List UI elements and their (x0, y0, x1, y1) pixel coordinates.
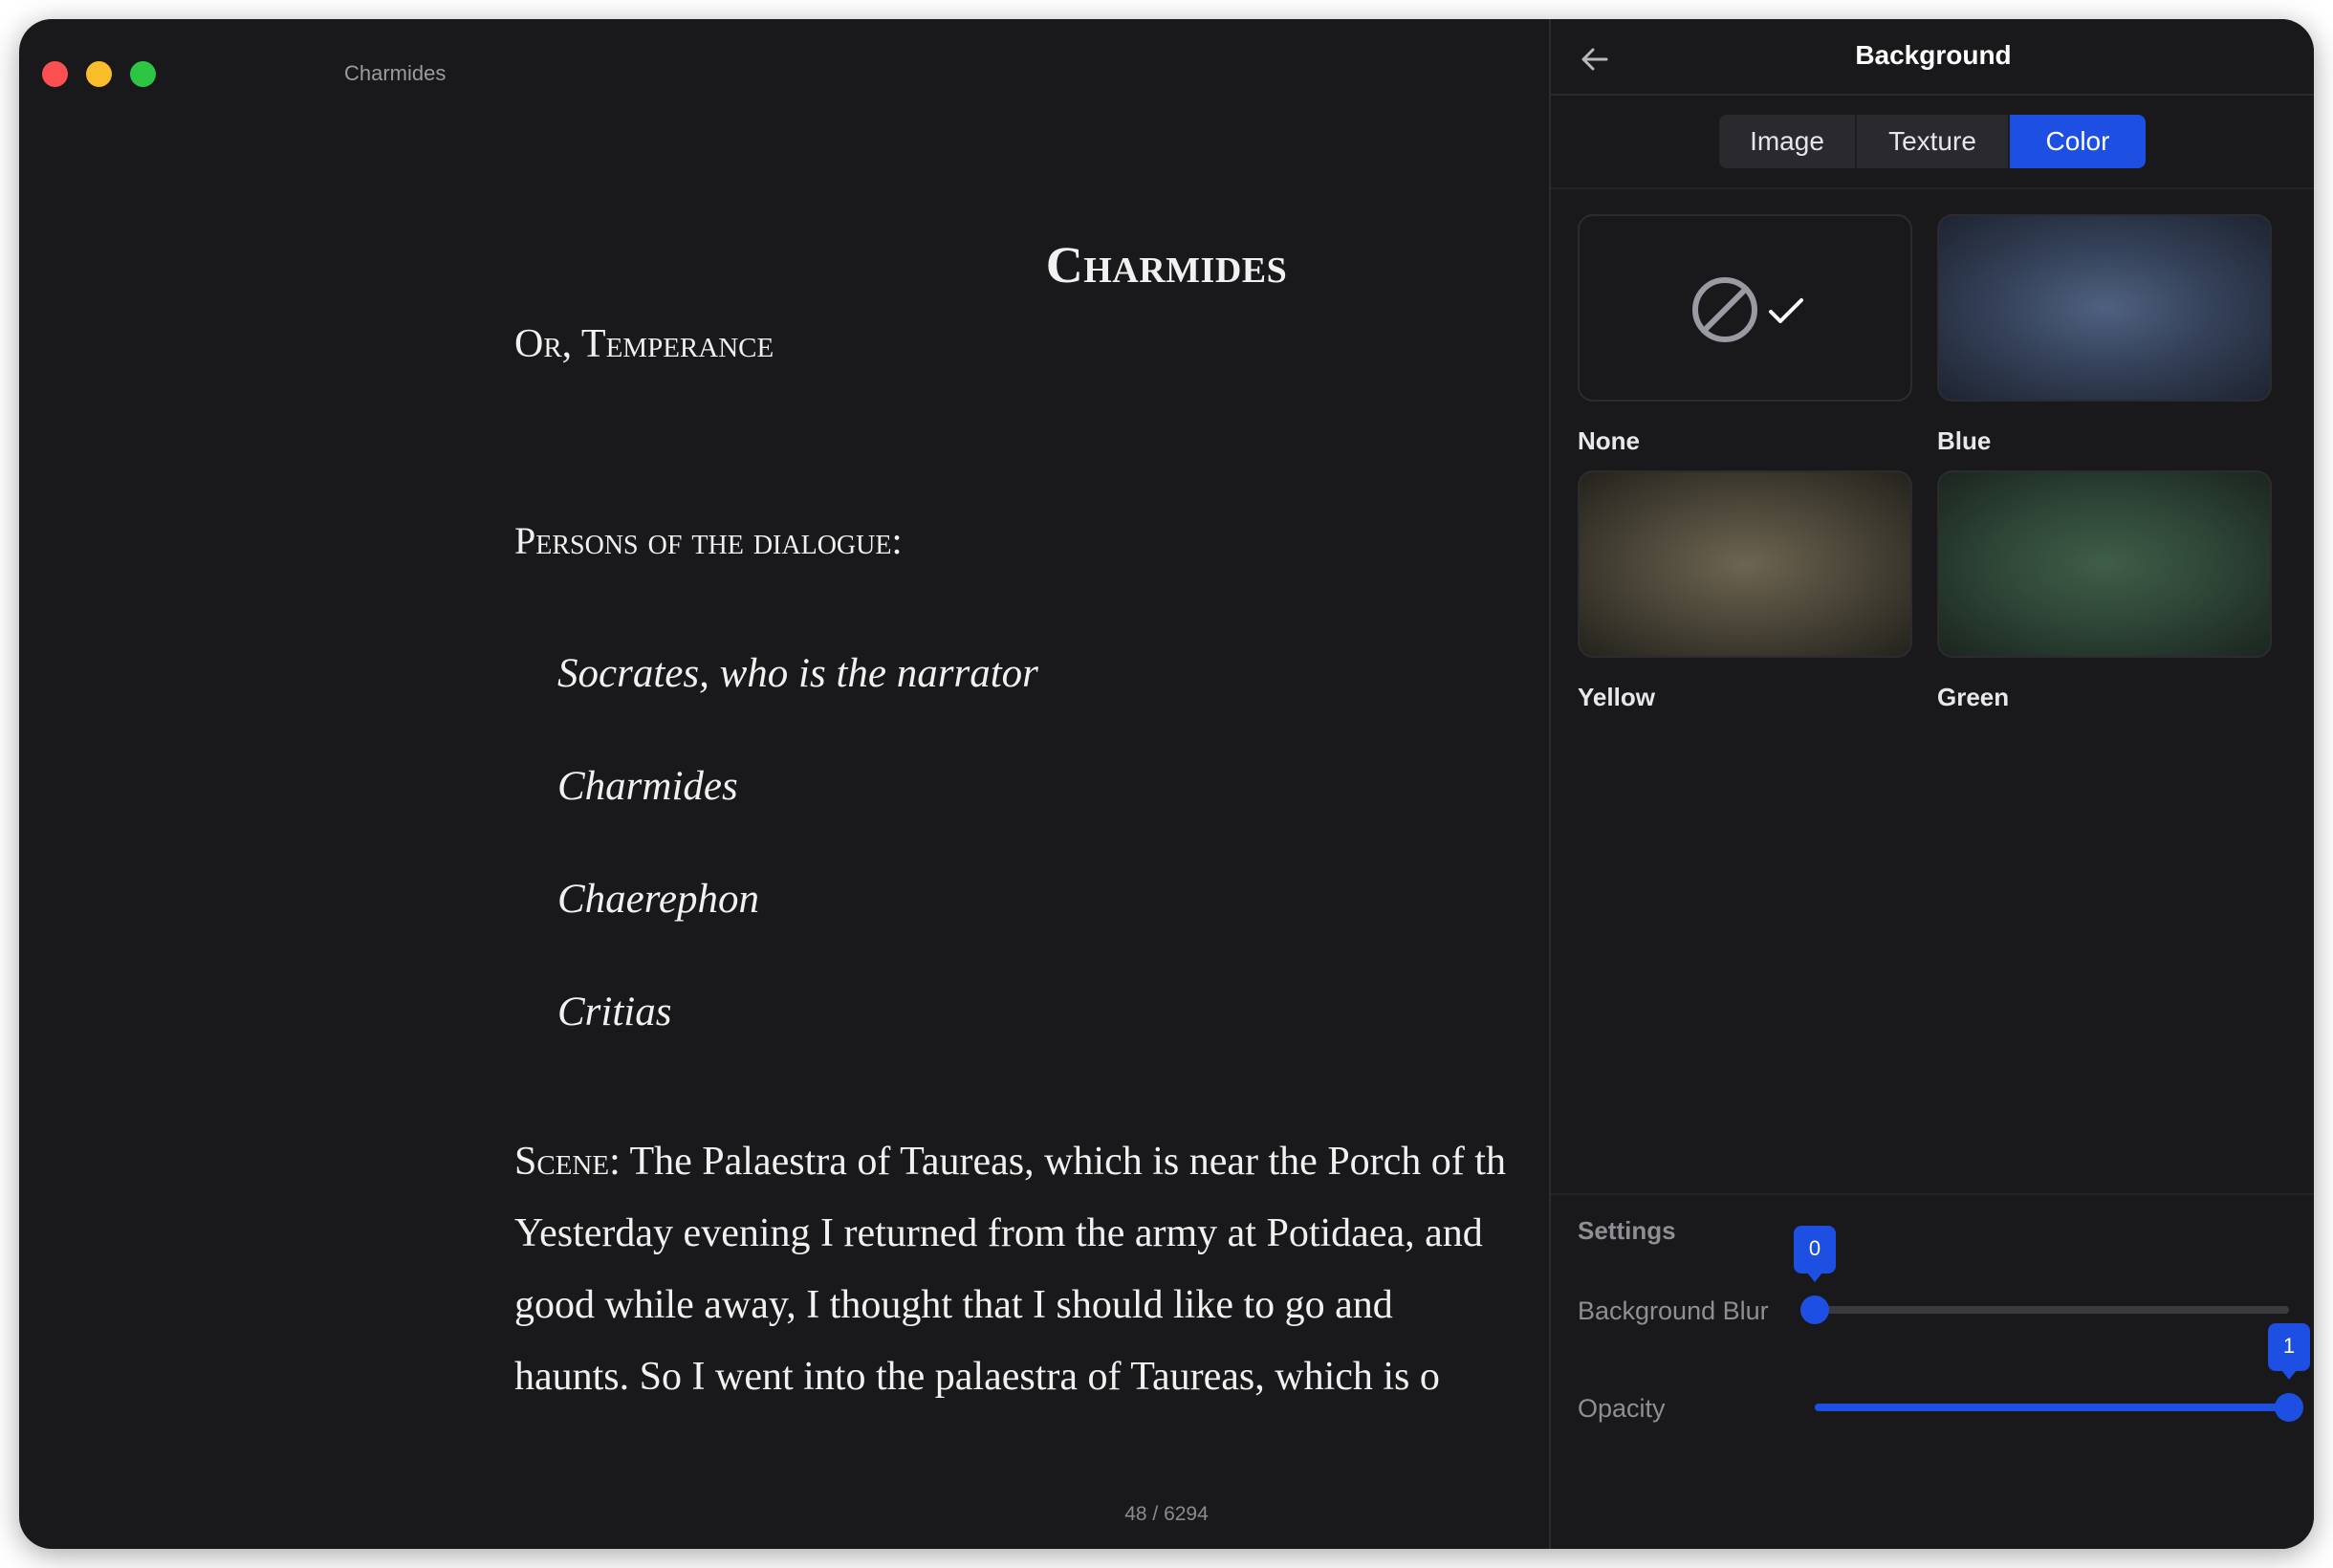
background-type-tabs: Image Texture Color (1719, 115, 2146, 168)
scene-line: haunts. So I went into the palaestra of … (514, 1355, 1440, 1399)
blur-value-bubble: 0 (1794, 1226, 1836, 1282)
panel-title: Background (1855, 40, 2012, 70)
divider (1551, 1193, 2314, 1195)
background-panel: Background Image Texture Color None Blue… (1549, 19, 2314, 1549)
swatch-yellow[interactable] (1578, 470, 1912, 658)
scene-line: Scene: The Palaestra of Taureas, which i… (514, 1126, 1549, 1198)
reading-area[interactable]: Charmides Or, Temperance Persons of the … (19, 19, 1549, 1549)
persons-heading: Persons of the dialogue: (514, 519, 903, 562)
scene-line: good while away, I thought that I should… (514, 1283, 1393, 1327)
opacity-value-bubble: 1 (2268, 1323, 2310, 1380)
swatch-green[interactable] (1937, 470, 2272, 658)
tab-color[interactable]: Color (2010, 115, 2146, 168)
swatch-blue[interactable] (1937, 214, 2272, 402)
person-item: Critias (557, 990, 672, 1034)
tab-image[interactable]: Image (1719, 115, 1857, 168)
person-item: Socrates, who is the narrator (557, 651, 1038, 696)
opacity-slider-fill (1815, 1404, 2289, 1411)
tab-texture[interactable]: Texture (1857, 115, 2010, 168)
scene-line: Yesterday evening I returned from the ar… (514, 1211, 1483, 1255)
person-item: Charmides (557, 764, 738, 809)
swatch-label-green: Green (1937, 683, 2010, 711)
swatch-label-blue: Blue (1937, 426, 1992, 455)
settings-heading: Settings (1578, 1216, 1676, 1245)
prohibited-icon (1692, 277, 1757, 342)
book-title: Charmides (1045, 236, 1288, 294)
book-subtitle: Or, Temperance (514, 322, 774, 366)
swatch-label-none: None (1578, 426, 1640, 455)
divider (1551, 187, 2314, 189)
swatch-none[interactable] (1578, 214, 1912, 402)
blur-label: Background Blur (1578, 1296, 1769, 1325)
scene-label: Scene: (514, 1140, 621, 1184)
opacity-slider[interactable]: 1 (1815, 1323, 2310, 1422)
checkmark-icon (1769, 298, 1803, 323)
panel-header: Background (1551, 19, 2314, 96)
swatch-label-yellow: Yellow (1578, 683, 1655, 711)
person-item: Chaerephon (557, 877, 759, 922)
opacity-label: Opacity (1578, 1394, 1666, 1423)
scene-paragraph: Scene: The Palaestra of Taureas, which i… (514, 1126, 1549, 1413)
app-window: Charmides Charmides Or, Temperance Perso… (19, 19, 2314, 1549)
opacity-slider-thumb[interactable] (2275, 1393, 2303, 1422)
blur-slider[interactable]: 0 (1794, 1226, 2289, 1324)
blur-slider-thumb[interactable] (1800, 1296, 1829, 1324)
scene-text: The Palaestra of Taureas, which is near … (620, 1140, 1506, 1184)
